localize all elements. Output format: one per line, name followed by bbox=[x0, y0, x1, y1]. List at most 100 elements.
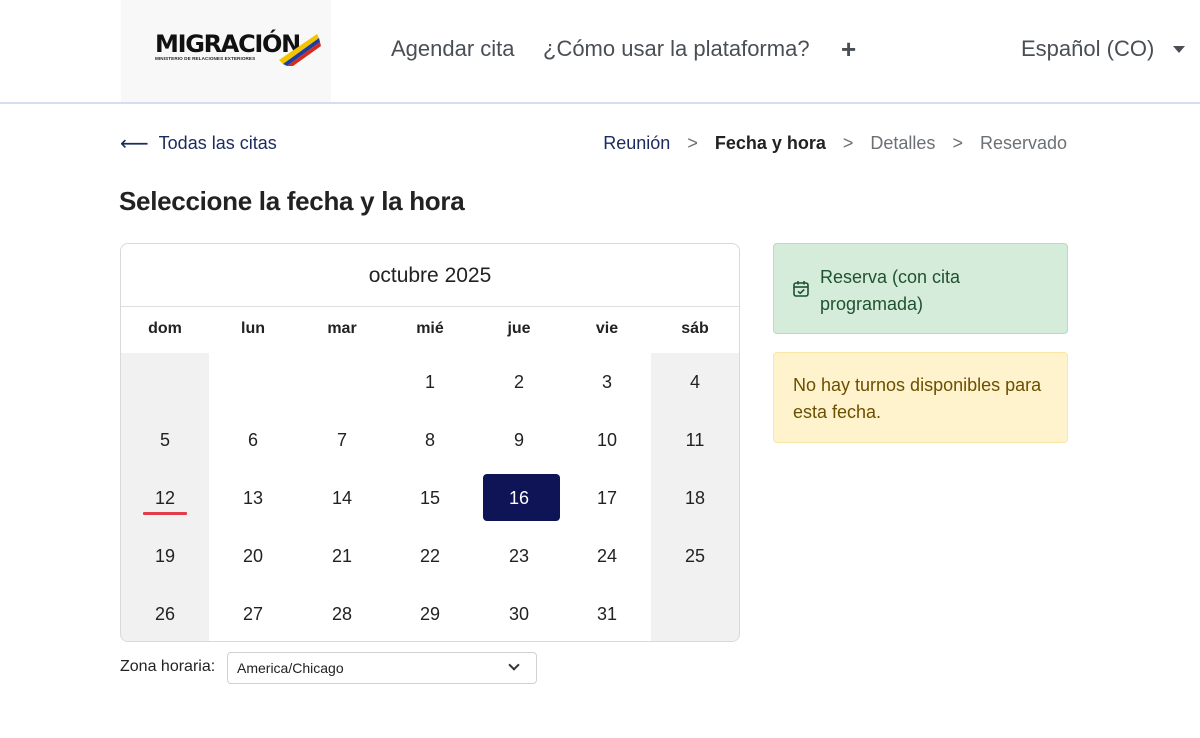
caret-down-icon[interactable] bbox=[1173, 46, 1185, 53]
calendar-day-1[interactable]: 1 bbox=[386, 353, 474, 411]
page-title: Seleccione la fecha y la hora bbox=[119, 186, 465, 216]
weekday-label: sáb bbox=[681, 320, 709, 337]
calendar-day-13[interactable]: 13 bbox=[209, 469, 297, 527]
calendar-day-24[interactable]: 24 bbox=[563, 527, 651, 585]
weekday-label: mié bbox=[416, 320, 444, 337]
calendar-day-16[interactable]: 16 bbox=[475, 469, 563, 527]
calendar-day-27[interactable]: 27 bbox=[209, 585, 297, 641]
timezone-select[interactable]: America/Chicago bbox=[227, 652, 537, 684]
calendar: octubre 2025 dom lun mar mié jue vie sáb… bbox=[120, 243, 740, 642]
calendar-day-31[interactable]: 31 bbox=[563, 585, 651, 641]
calendar-day-number: 1 bbox=[424, 372, 435, 392]
calendar-day-4[interactable]: 4 bbox=[651, 353, 739, 411]
chevron-right-icon: > bbox=[687, 133, 698, 153]
breadcrumb-fecha-hora: Fecha y hora bbox=[714, 133, 826, 153]
calendar-day-30[interactable]: 30 bbox=[475, 585, 563, 641]
timezone-label: Zona horaria: bbox=[120, 658, 216, 675]
calendar-day-number: 31 bbox=[596, 604, 618, 624]
weekday-label: mar bbox=[327, 320, 357, 337]
weekday-label: lun bbox=[241, 320, 265, 337]
calendar-day-number: 14 bbox=[331, 488, 353, 508]
calendar-day-26[interactable]: 26 bbox=[121, 585, 209, 641]
calendar-day-12[interactable]: 12 bbox=[121, 469, 209, 527]
calendar-day-18[interactable]: 18 bbox=[651, 469, 739, 527]
reservation-legend-text: Reserva (con cita programada) bbox=[820, 267, 961, 314]
calendar-day-17[interactable]: 17 bbox=[563, 469, 651, 527]
today-indicator bbox=[143, 512, 187, 515]
plus-icon[interactable]: + bbox=[841, 36, 856, 62]
calendar-month-title: octubre 2025 bbox=[121, 244, 739, 307]
weekday-label: vie bbox=[595, 320, 619, 337]
reservation-legend: Reserva (con cita programada) bbox=[773, 243, 1068, 334]
calendar-day-number: 6 bbox=[247, 430, 258, 450]
calendar-day-number: 9 bbox=[513, 430, 524, 450]
flag-swoosh-icon bbox=[279, 34, 321, 66]
calendar-day-number: 24 bbox=[596, 546, 618, 566]
calendar-day-number: 16 bbox=[508, 488, 530, 508]
calendar-day-number: 27 bbox=[242, 604, 264, 624]
calendar-day-28[interactable]: 28 bbox=[298, 585, 386, 641]
calendar-day-5[interactable]: 5 bbox=[121, 411, 209, 469]
calendar-day-number: 3 bbox=[601, 372, 612, 392]
calendar-day-number: 5 bbox=[159, 430, 170, 450]
language-selector[interactable]: Español (CO) bbox=[1021, 36, 1154, 62]
calendar-day-6[interactable]: 6 bbox=[209, 411, 297, 469]
calendar-day-number: 22 bbox=[419, 546, 441, 566]
calendar-day-number: 2 bbox=[513, 372, 524, 392]
weekday-header: dom lun mar mié jue vie sáb bbox=[121, 320, 739, 342]
logo-subtitle: MINISTERIO DE RELACIONES EXTERIORES bbox=[155, 56, 256, 61]
calendar-day-7[interactable]: 7 bbox=[298, 411, 386, 469]
calendar-day-11[interactable]: 11 bbox=[651, 411, 739, 469]
calendar-day-number: 29 bbox=[419, 604, 441, 624]
chevron-down-icon bbox=[508, 659, 520, 671]
no-slots-text: No hay turnos disponibles para esta fech… bbox=[793, 375, 1042, 422]
calendar-day-9[interactable]: 9 bbox=[475, 411, 563, 469]
breadcrumb-reservado: Reservado bbox=[979, 133, 1067, 153]
calendar-day-number: 21 bbox=[331, 546, 353, 566]
calendar-day-15[interactable]: 15 bbox=[386, 469, 474, 527]
calendar-day-20[interactable]: 20 bbox=[209, 527, 297, 585]
breadcrumb-reunion[interactable]: Reunión bbox=[603, 133, 670, 154]
calendar-day-29[interactable]: 29 bbox=[386, 585, 474, 641]
chevron-right-icon: > bbox=[842, 133, 854, 153]
calendar-day-number: 19 bbox=[154, 546, 176, 566]
calendar-day-21[interactable]: 21 bbox=[298, 527, 386, 585]
timezone-value: America/Chicago bbox=[237, 660, 344, 676]
arrow-left-icon: ⟵ bbox=[120, 132, 149, 155]
breadcrumb-detalles: Detalles bbox=[870, 133, 936, 153]
calendar-day-number: 17 bbox=[596, 488, 618, 508]
back-to-all-appointments[interactable]: ⟵ Todas las citas bbox=[120, 133, 277, 154]
breadcrumb: Reunión > Fecha y hora > Detalles > Rese… bbox=[603, 133, 1067, 154]
calendar-day-number: 23 bbox=[508, 546, 530, 566]
calendar-day-number: 11 bbox=[685, 430, 705, 450]
weekday-label: dom bbox=[148, 320, 182, 337]
weekday-label: jue bbox=[507, 320, 531, 337]
nav-como-usar[interactable]: ¿Cómo usar la plataforma? bbox=[543, 36, 810, 62]
calendar-day-14[interactable]: 14 bbox=[298, 469, 386, 527]
calendar-day-25[interactable]: 25 bbox=[651, 527, 739, 585]
no-slots-alert: No hay turnos disponibles para esta fech… bbox=[773, 352, 1068, 443]
calendar-day-19[interactable]: 19 bbox=[121, 527, 209, 585]
calendar-day-22[interactable]: 22 bbox=[386, 527, 474, 585]
calendar-day-10[interactable]: 10 bbox=[563, 411, 651, 469]
calendar-day-number: 7 bbox=[336, 430, 347, 450]
calendar-day-number: 12 bbox=[154, 488, 176, 508]
calendar-day-number: 30 bbox=[508, 604, 530, 624]
calendar-day-8[interactable]: 8 bbox=[386, 411, 474, 469]
calendar-day-number: 13 bbox=[242, 488, 264, 508]
chevron-right-icon: > bbox=[952, 133, 963, 153]
logo[interactable]: MIGRACIÓN MINISTERIO DE RELACIONES EXTER… bbox=[121, 0, 331, 102]
calendar-day-number: 18 bbox=[684, 488, 706, 508]
calendar-day-number: 8 bbox=[424, 430, 435, 450]
calendar-day-number: 26 bbox=[154, 604, 176, 624]
calendar-day-number: 15 bbox=[419, 488, 441, 508]
calendar-check-icon bbox=[793, 281, 809, 297]
calendar-day-2[interactable]: 2 bbox=[475, 353, 563, 411]
calendar-day-23[interactable]: 23 bbox=[475, 527, 563, 585]
calendar-day-number: 4 bbox=[689, 372, 700, 392]
calendar-day-3[interactable]: 3 bbox=[563, 353, 651, 411]
calendar-day-number: 20 bbox=[242, 546, 264, 566]
nav-agendar-cita[interactable]: Agendar cita bbox=[391, 36, 515, 62]
calendar-day-number: 28 bbox=[331, 604, 353, 624]
back-link-label: Todas las citas bbox=[158, 133, 277, 153]
